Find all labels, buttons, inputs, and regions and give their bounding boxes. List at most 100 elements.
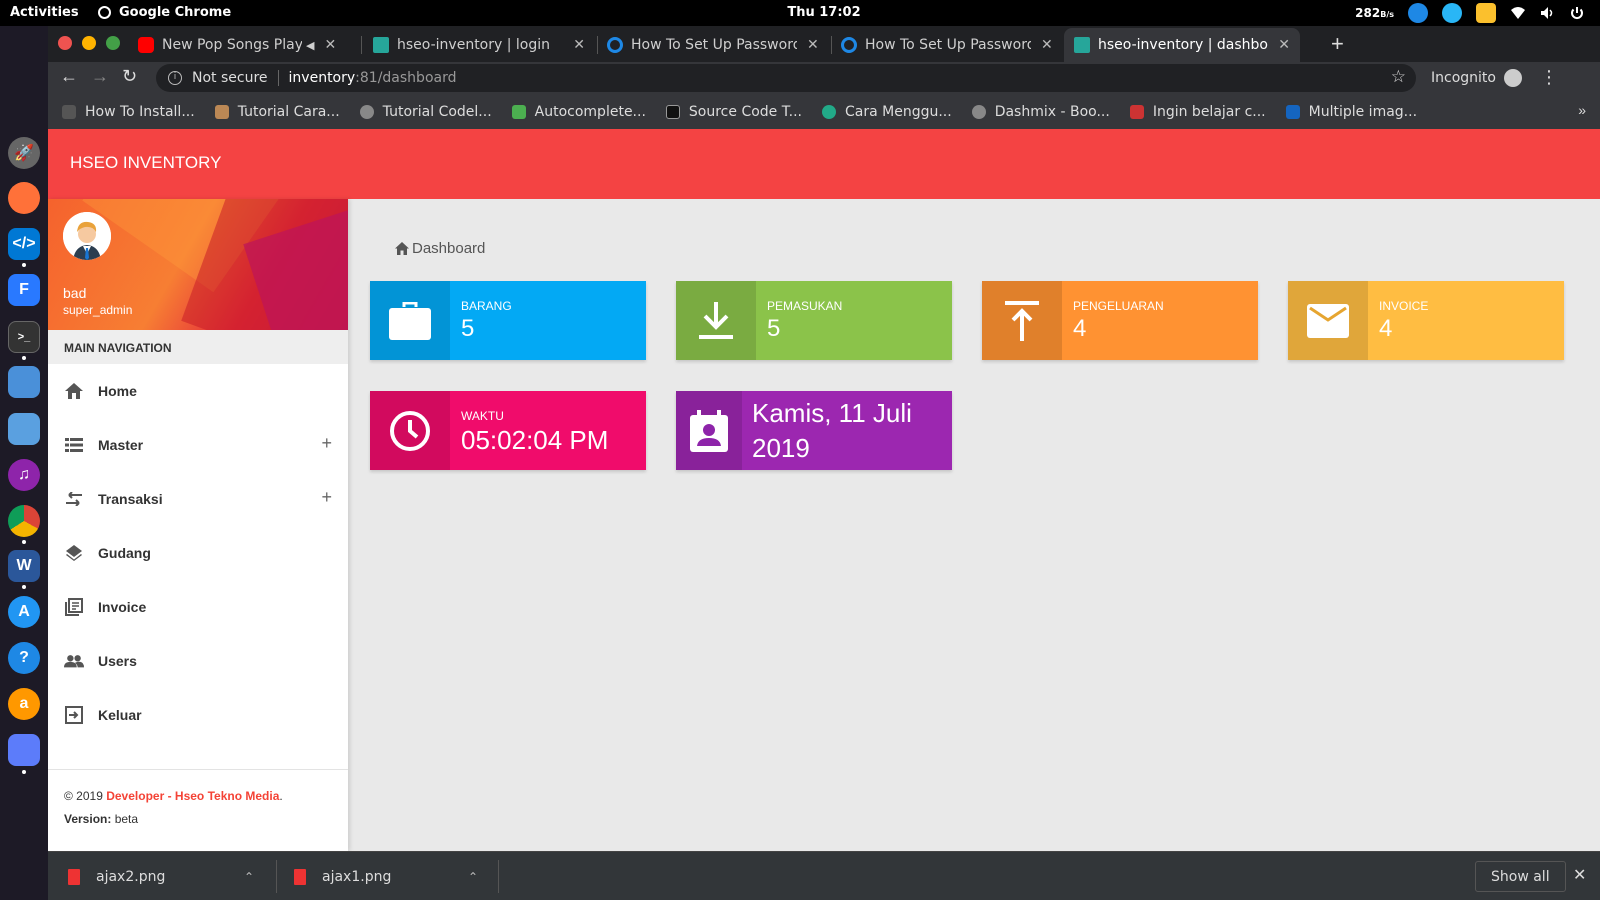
browser-tab[interactable]: New Pop Songs Playlis ◀ ✕ [128,28,358,62]
nav-item-transaksi[interactable]: Transaksi + [48,472,348,526]
briefcase-icon [370,281,450,360]
image-viewer-icon[interactable] [8,413,40,445]
browser-tab[interactable]: hseo-inventory | login ✕ [363,28,595,62]
download-item[interactable]: ajax2.png ⌃ [68,852,268,900]
nav-item-home[interactable]: Home [48,364,348,418]
info-card-invoice[interactable]: INVOICE 4 [1288,281,1564,360]
volume-icon[interactable] [1540,6,1556,20]
launcher-icon[interactable]: 🚀 [8,137,40,169]
user-role: super_admin [63,303,133,317]
bookmark-item[interactable]: Source Code T... [665,104,802,120]
app-store-icon[interactable]: A [8,596,40,628]
nav-item-gudang[interactable]: Gudang [48,526,348,580]
expand-plus-icon[interactable]: + [321,433,332,454]
address-bar[interactable]: i Not secure inventory :81/dashboard ☆ [156,64,1416,92]
close-tab-icon[interactable]: ✕ [573,37,585,53]
bookmark-item[interactable]: Ingin belajar c... [1129,104,1266,120]
nav-item-label: Gudang [98,545,151,561]
close-icon[interactable]: ✕ [1573,865,1586,885]
close-tab-icon[interactable]: ✕ [1278,37,1290,53]
breadcrumb[interactable]: Dashboard [395,240,485,257]
url-host: inventory [288,70,356,86]
developer-link[interactable]: Developer - Hseo Tekno Media [106,789,279,803]
nav-item-keluar[interactable]: Keluar [48,688,348,742]
chevron-up-icon[interactable]: ⌃ [244,870,254,884]
info-card-date[interactable]: Kamis, 11 Juli 2019 [676,391,952,470]
amazon-icon[interactable]: a [8,688,40,720]
swap-icon [64,489,84,509]
info-card-pengeluaran[interactable]: PENGELUARAN 4 [982,281,1258,360]
show-all-button[interactable]: Show all [1475,861,1566,892]
menu-icon[interactable]: ⋮ [1540,67,1558,88]
fman-icon[interactable]: F [8,274,40,306]
info-card-waktu[interactable]: WAKTU 05:02:04 PM [370,391,646,470]
calendar-account-icon [676,391,742,470]
close-tab-icon[interactable]: ✕ [807,37,819,53]
music-icon[interactable]: ♫ [8,459,40,491]
bookmark-favicon-icon [1285,104,1300,119]
bookmark-item[interactable]: How To Install... [62,104,195,120]
clock-icon [370,391,450,470]
firefox-icon[interactable] [8,182,40,214]
teamviewer-icon[interactable] [1408,3,1428,23]
nav-item-invoice[interactable]: Invoice [48,580,348,634]
audio-icon[interactable]: ◀ [306,39,314,52]
chevron-up-icon[interactable]: ⌃ [468,870,478,884]
bookmark-item[interactable]: Multiple imag... [1285,104,1417,120]
download-filename: ajax2.png [96,868,166,885]
browser-tab-active[interactable]: hseo-inventory | dashboa ✕ [1064,28,1300,62]
bookmark-item[interactable]: Tutorial Cara... [214,104,340,120]
nav-item-users[interactable]: Users [48,634,348,688]
chrome-icon[interactable] [8,505,40,537]
word-icon[interactable]: W [8,550,40,582]
browser-tab[interactable]: How To Set Up Password ✕ [831,28,1063,62]
sidebar-footer: © 2019 Developer - Hseo Tekno Media. Ver… [48,769,348,846]
notification-icon[interactable] [1442,3,1462,23]
forward-button[interactable]: → [91,66,109,87]
list-icon [64,435,84,455]
minimize-window-button[interactable] [82,36,96,50]
bookmark-star-icon[interactable]: ☆ [1391,67,1406,87]
reload-button[interactable]: ↻ [122,66,137,87]
text-editor-icon[interactable] [8,734,40,766]
vscode-icon[interactable]: </> [8,228,40,260]
url-path: :81/dashboard [355,70,457,86]
incognito-icon [1503,69,1522,87]
screenshot-icon[interactable] [8,366,40,398]
app-brand[interactable]: HSEO INVENTORY [70,153,221,173]
bookmark-favicon-icon [62,104,76,119]
bookmark-item[interactable]: Cara Menggu... [821,104,952,120]
expand-plus-icon[interactable]: + [321,487,332,508]
download-shelf: ajax2.png ⌃ ajax1.png ⌃ Show all ✕ [48,851,1600,900]
terminal-icon[interactable]: >_ [8,321,40,353]
bookmarks-overflow-icon[interactable]: » [1578,102,1586,118]
maximize-window-button[interactable] [106,36,120,50]
wifi-icon[interactable] [1510,6,1526,20]
power-icon[interactable] [1570,6,1584,20]
upload-icon [982,281,1062,360]
card-label: WAKTU [461,409,504,423]
digitalocean-favicon-icon [607,37,623,53]
help-icon[interactable]: ? [8,642,40,674]
bookmark-item[interactable]: Tutorial Codel... [359,104,492,120]
browser-tab[interactable]: How To Set Up Password ✕ [597,28,829,62]
info-card-pemasukan[interactable]: PEMASUKAN 5 [676,281,952,360]
incognito-indicator[interactable]: Incognito [1431,69,1522,87]
bookmark-item[interactable]: Autocomplete... [511,104,646,120]
close-tab-icon[interactable]: ✕ [324,37,336,53]
nav-item-master[interactable]: Master + [48,418,348,472]
system-tray[interactable]: 282B/s [1355,3,1584,23]
browser-chrome: New Pop Songs Playlis ◀ ✕ hseo-inventory… [48,26,1600,129]
back-button[interactable]: ← [60,66,78,87]
info-icon[interactable]: i [168,71,182,85]
file-icon [294,868,306,885]
bookmark-item[interactable]: Dashmix - Boo... [971,104,1110,120]
web-page: HSEO INVENTORY bad super_admin MAIN NAVI… [48,129,1600,851]
close-tab-icon[interactable]: ✕ [1041,37,1053,53]
close-window-button[interactable] [58,36,72,50]
download-filename: ajax1.png [322,868,392,885]
download-item[interactable]: ajax1.png ⌃ [294,852,494,900]
indicator-icon[interactable] [1476,3,1496,23]
new-tab-button[interactable]: + [1331,31,1344,57]
info-card-barang[interactable]: BARANG 5 [370,281,646,360]
